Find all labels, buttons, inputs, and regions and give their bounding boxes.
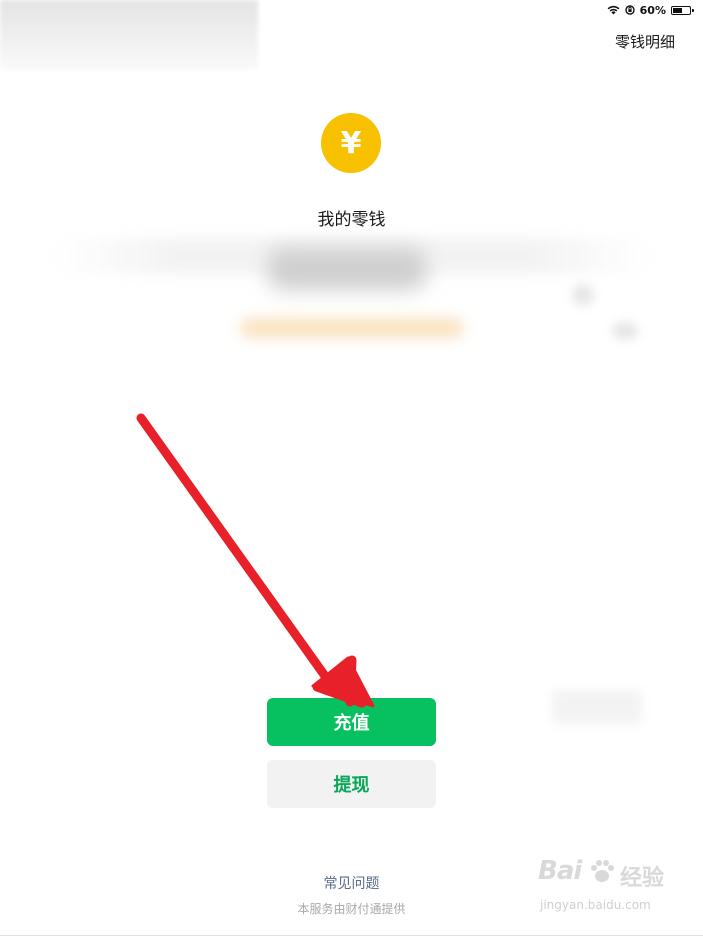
watermark-url: jingyan.baidu.com	[540, 898, 651, 912]
wallet-detail-link[interactable]: 零钱明细	[615, 31, 675, 52]
bottom-divider	[0, 935, 703, 936]
battery-level	[673, 7, 682, 13]
battery-percent: 60%	[639, 3, 666, 17]
battery-icon	[671, 5, 694, 15]
blurred-promo-text	[240, 318, 464, 338]
wallet-screen: 60% 零钱明细 ¥ 我的零钱 充值 提现 常见问题 本服务由财付通提供 Bai…	[0, 0, 703, 938]
baidu-paw-icon	[591, 860, 614, 882]
baidu-jingyan-watermark: Bai 经验 jingyan.baidu.com	[538, 856, 688, 918]
watermark-brand-text: 经验	[620, 866, 665, 891]
page-title: 我的零钱	[317, 210, 386, 230]
yuan-coin-icon: ¥	[321, 113, 381, 173]
blurred-mark	[572, 284, 594, 306]
rotation-lock-icon	[624, 5, 635, 15]
blurred-mark	[612, 322, 638, 340]
watermark-logo-text: Bai	[538, 856, 582, 886]
blurred-ghost-button	[552, 690, 642, 724]
blurred-header-area	[0, 0, 258, 70]
status-bar: 60%	[607, 2, 694, 18]
wifi-icon	[607, 5, 620, 15]
recharge-button[interactable]: 充值	[267, 698, 436, 746]
withdraw-button[interactable]: 提现	[267, 760, 436, 808]
blurred-balance-amount	[268, 248, 426, 290]
